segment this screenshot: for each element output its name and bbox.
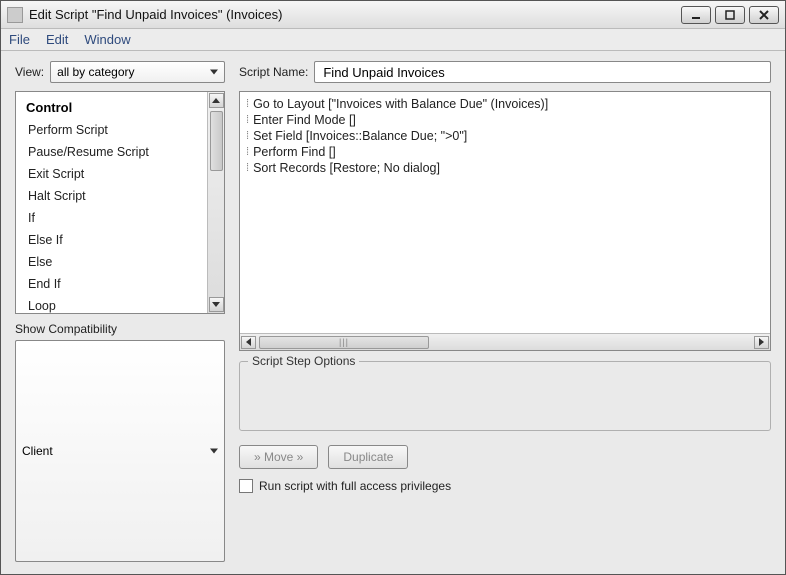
drag-handle-icon[interactable]: ⁞ — [246, 162, 247, 174]
script-step[interactable]: ⁞ Go to Layout ["Invoices with Balance Du… — [246, 96, 764, 112]
scroll-thumb[interactable] — [210, 111, 223, 171]
titlebar: Edit Script "Find Unpaid Invoices" (Invo… — [1, 1, 785, 29]
edit-script-window: Edit Script "Find Unpaid Invoices" (Invo… — [0, 0, 786, 575]
show-compat-label: Show Compatibility — [15, 322, 225, 336]
chevron-up-icon — [212, 98, 220, 103]
view-label: View: — [15, 65, 44, 79]
script-step-text: Enter Find Mode [] — [253, 113, 356, 127]
catalog-item[interactable]: Exit Script — [18, 163, 205, 185]
steps-hscrollbar[interactable]: ||| — [240, 333, 770, 350]
script-step[interactable]: ⁞ Set Field [Invoices::Balance Due; ">0"] — [246, 128, 764, 144]
script-step-text: Go to Layout ["Invoices with Balance Due… — [253, 97, 548, 111]
drag-handle-icon[interactable]: ⁞ — [246, 146, 247, 158]
script-name-row: Script Name: Find Unpaid Invoices — [239, 61, 771, 83]
script-step-options-group: Script Step Options — [239, 361, 771, 431]
script-step-text: Set Field [Invoices::Balance Due; ">0"] — [253, 129, 467, 143]
script-step[interactable]: ⁞ Perform Find [] — [246, 144, 764, 160]
close-icon — [758, 9, 770, 21]
drag-handle-icon[interactable]: ⁞ — [246, 130, 247, 142]
catalog-item[interactable]: End If — [18, 273, 205, 295]
duplicate-button[interactable]: Duplicate — [328, 445, 408, 469]
full-access-row: Run script with full access privileges — [239, 479, 771, 493]
script-step-text: Sort Records [Restore; No dialog] — [253, 161, 440, 175]
full-access-label: Run script with full access privileges — [259, 479, 451, 493]
app-icon — [7, 7, 23, 23]
view-dropdown-value: all by category — [57, 65, 134, 79]
catalog-category-header: Control — [18, 96, 205, 119]
minimize-button[interactable] — [681, 6, 711, 24]
maximize-icon — [724, 9, 736, 21]
catalog-item[interactable]: Halt Script — [18, 185, 205, 207]
show-compat-dropdown[interactable]: Client — [15, 340, 225, 563]
move-button[interactable]: » Move » — [239, 445, 318, 469]
catalog-scrollbar[interactable] — [207, 92, 224, 313]
window-buttons — [681, 6, 779, 24]
show-compat-value: Client — [22, 444, 53, 458]
button-row: » Move » Duplicate — [239, 445, 771, 469]
maximize-button[interactable] — [715, 6, 745, 24]
drag-handle-icon[interactable]: ⁞ — [246, 114, 247, 126]
full-access-checkbox[interactable] — [239, 479, 253, 493]
chevron-right-icon — [759, 338, 764, 346]
catalog-item[interactable]: Loop — [18, 295, 205, 313]
close-button[interactable] — [749, 6, 779, 24]
script-name-value: Find Unpaid Invoices — [323, 65, 444, 80]
script-name-label: Script Name: — [239, 65, 308, 79]
right-column: Script Name: Find Unpaid Invoices ⁞ Go to… — [239, 61, 771, 562]
script-step[interactable]: ⁞ Sort Records [Restore; No dialog] — [246, 160, 764, 176]
catalog-item[interactable]: Else — [18, 251, 205, 273]
script-step-options-label: Script Step Options — [248, 354, 359, 368]
view-row: View: all by category — [15, 61, 225, 83]
minimize-icon — [690, 9, 702, 21]
hscroll-left-button[interactable] — [241, 336, 256, 349]
scroll-up-button[interactable] — [209, 93, 224, 108]
chevron-down-icon — [212, 302, 220, 307]
menu-edit[interactable]: Edit — [46, 32, 68, 47]
script-step[interactable]: ⁞ Enter Find Mode [] — [246, 112, 764, 128]
catalog-item[interactable]: Else If — [18, 229, 205, 251]
window-title: Edit Script "Find Unpaid Invoices" (Invo… — [29, 7, 681, 22]
catalog-item[interactable]: If — [18, 207, 205, 229]
dialog-body: View: all by category Control Perform Sc… — [1, 51, 785, 574]
hscroll-thumb[interactable]: ||| — [259, 336, 429, 349]
view-dropdown[interactable]: all by category — [50, 61, 225, 83]
left-column: View: all by category Control Perform Sc… — [15, 61, 225, 562]
script-steps-catalog: Control Perform ScriptPause/Resume Scrip… — [15, 91, 225, 314]
steps-inner: ⁞ Go to Layout ["Invoices with Balance Du… — [240, 92, 770, 333]
script-steps-list: ⁞ Go to Layout ["Invoices with Balance Du… — [239, 91, 771, 351]
catalog-inner: Control Perform ScriptPause/Resume Scrip… — [16, 92, 207, 313]
catalog-item[interactable]: Perform Script — [18, 119, 205, 141]
drag-handle-icon[interactable]: ⁞ — [246, 98, 247, 110]
script-name-input[interactable]: Find Unpaid Invoices — [314, 61, 771, 83]
hscroll-right-button[interactable] — [754, 336, 769, 349]
menu-file[interactable]: File — [9, 32, 30, 47]
menu-window[interactable]: Window — [84, 32, 130, 47]
scroll-down-button[interactable] — [209, 297, 224, 312]
chevron-left-icon — [246, 338, 251, 346]
menubar: File Edit Window — [1, 29, 785, 51]
catalog-item[interactable]: Pause/Resume Script — [18, 141, 205, 163]
script-step-text: Perform Find [] — [253, 145, 336, 159]
